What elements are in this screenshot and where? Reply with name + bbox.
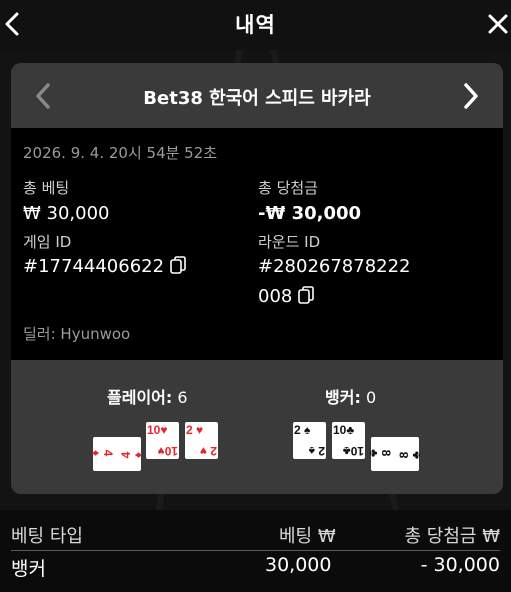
game-id-label: 게임 ID [23,233,72,251]
player-score-value: 6 [177,388,188,407]
table-divider [11,550,500,551]
player-label: 플레이어: [107,388,173,407]
player-card-2: 10♥ 10♥ [146,422,179,459]
total-bet-label: 총 베팅 [23,179,70,197]
player-card-1: 4 ♦ 4 ♦ [89,437,145,471]
banker-card-1: 2 ♠ 2 ♠ [293,422,326,459]
history-card: Bet38 한국어 스피드 바카라 2026. 9. 4. 20시 54분 52… [11,63,503,494]
bets-table: 베팅 타입 베팅 ₩ 총 당첨금 ₩ 뱅커 30,000 - 30,000 [0,510,511,592]
total-bet-value: ₩ 30,000 [23,203,110,224]
banker-card-3: 8 ♣ 8 ♣ [367,437,423,471]
round-result: 플레이어: 6 뱅커: 0 4 ♦ 4 ♦ 10♥ 10♥ 2 ♥ 2 ♥ 2 ♠ [11,360,503,494]
copy-icon[interactable] [298,286,315,304]
round-id-line1: #280267878222 [258,256,411,277]
game-id-text: #17744406622 [23,256,165,277]
col-header-bet-type: 베팅 타입 [11,526,83,547]
game-title: Bet38 한국어 스피드 바카라 [143,88,371,109]
total-win-label: 총 당첨금 [258,179,318,197]
row-total-win: - 30,000 [420,554,500,576]
row-bet-amount: 30,000 [265,554,332,576]
round-datetime: 2026. 9. 4. 20시 54분 52초 [23,144,218,162]
col-header-total-win: 총 당첨금 ₩ [404,526,500,547]
banker-score: 뱅커: 0 [325,384,376,408]
round-info: 2026. 9. 4. 20시 54분 52초 총 베팅 ₩ 30,000 총 … [11,128,503,360]
round-id-label: 라운드 ID [258,233,321,251]
player-card-3: 2 ♥ 2 ♥ [185,422,218,459]
top-bar: 내역 [0,0,511,50]
round-id-line2: 008 [258,286,293,307]
game-id-value: #17744406622 [23,256,186,277]
card-header: Bet38 한국어 스피드 바카라 [11,63,503,128]
banker-label: 뱅커: [325,388,361,407]
player-score: 플레이어: 6 [107,384,188,408]
page-title: 내역 [235,13,276,37]
next-round-icon[interactable] [461,82,481,110]
row-bet-type: 뱅커 [11,558,46,580]
round-id-value: 008 [258,286,315,307]
dealer-name: 딜러: Hyunwoo [23,325,131,343]
close-icon[interactable] [487,12,509,36]
total-win-value: -₩ 30,000 [258,203,362,224]
banker-card-2: 10♣ 10♣ [332,422,365,459]
banker-score-value: 0 [365,388,377,407]
copy-icon[interactable] [170,256,186,274]
col-header-bet-amount: 베팅 ₩ [279,526,336,547]
